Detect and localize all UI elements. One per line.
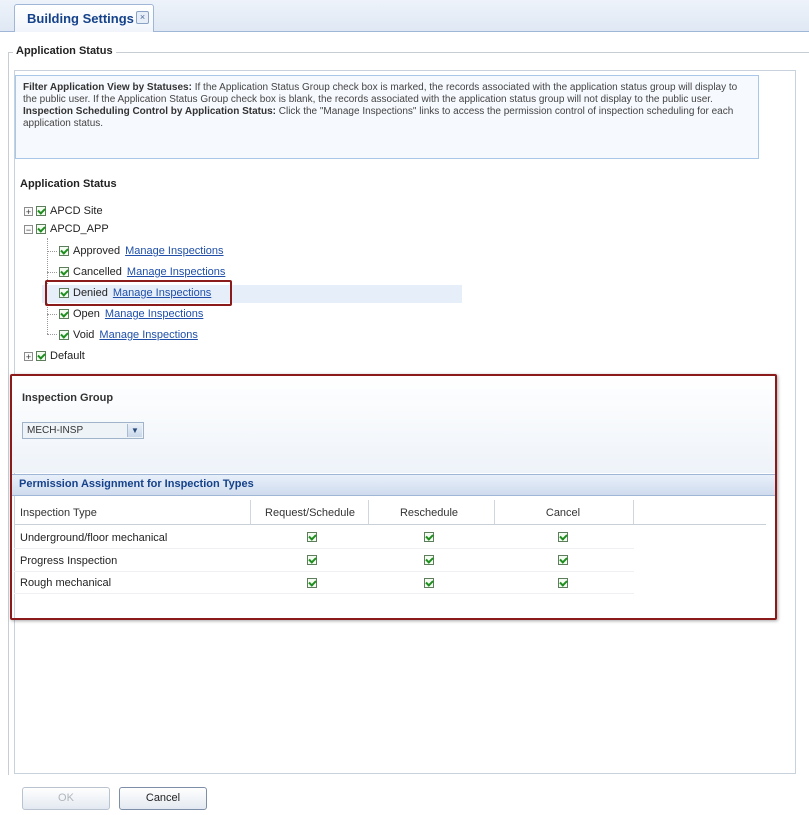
tree-node-cancelled[interactable]: Cancelled Manage Inspections <box>59 263 225 281</box>
tree-node-approved[interactable]: Approved Manage Inspections <box>59 242 224 260</box>
checkbox-void[interactable] <box>59 330 69 340</box>
close-icon[interactable]: × <box>136 11 149 24</box>
checkbox-approved[interactable] <box>59 246 69 256</box>
ok-button[interactable]: OK <box>22 787 110 810</box>
tree-connector <box>47 314 57 315</box>
manage-inspections-link[interactable]: Manage Inspections <box>99 329 197 341</box>
fieldset-legend: Application Status <box>13 45 116 57</box>
cancel-button[interactable]: Cancel <box>119 787 207 810</box>
manage-inspections-link[interactable]: Manage Inspections <box>127 266 225 278</box>
checkbox-open[interactable] <box>59 309 69 319</box>
tree-node-apcd-site[interactable]: + APCD Site <box>24 202 103 220</box>
tab-label: Building Settings <box>27 11 134 26</box>
tree-node-default[interactable]: + Default <box>24 347 85 365</box>
checkbox-apcd-site[interactable] <box>36 206 46 216</box>
tree-node-label: APCD_APP <box>50 223 109 235</box>
tree-node-open[interactable]: Open Manage Inspections <box>59 305 203 323</box>
status-label: Open <box>73 308 100 320</box>
tab-building-settings[interactable]: Building Settings × <box>14 4 154 32</box>
scheduling-heading: Inspection Scheduling Control by Applica… <box>23 106 276 117</box>
checkbox-cancelled[interactable] <box>59 267 69 277</box>
manage-inspections-link[interactable]: Manage Inspections <box>105 308 203 320</box>
status-label: Void <box>73 329 95 341</box>
info-box: Filter Application View by Statuses: If … <box>15 75 759 159</box>
expand-icon[interactable]: + <box>24 206 33 216</box>
manage-inspections-link[interactable]: Manage Inspections <box>125 245 223 257</box>
status-label: Approved <box>73 245 121 257</box>
tree-connector <box>47 272 57 273</box>
tree-connector <box>47 334 57 335</box>
highlight-frame-inspection-group <box>10 374 777 620</box>
filter-heading: Filter Application View by Statuses: <box>23 82 192 93</box>
tab-bar: Building Settings × <box>0 0 809 32</box>
tree-node-label: Default <box>50 350 85 362</box>
checkbox-apcd-app[interactable] <box>36 224 46 234</box>
tree-node-label: APCD Site <box>50 205 103 217</box>
status-label: Cancelled <box>73 266 122 278</box>
tree-connector <box>47 251 57 252</box>
tree-node-void[interactable]: Void Manage Inspections <box>59 326 198 344</box>
highlight-frame-denied <box>45 280 232 306</box>
checkbox-default[interactable] <box>36 351 46 361</box>
application-status-title: Application Status <box>20 178 117 190</box>
expand-icon[interactable]: + <box>24 351 33 361</box>
collapse-icon[interactable]: − <box>24 224 33 234</box>
tree-node-apcd-app[interactable]: − APCD_APP <box>24 220 109 238</box>
